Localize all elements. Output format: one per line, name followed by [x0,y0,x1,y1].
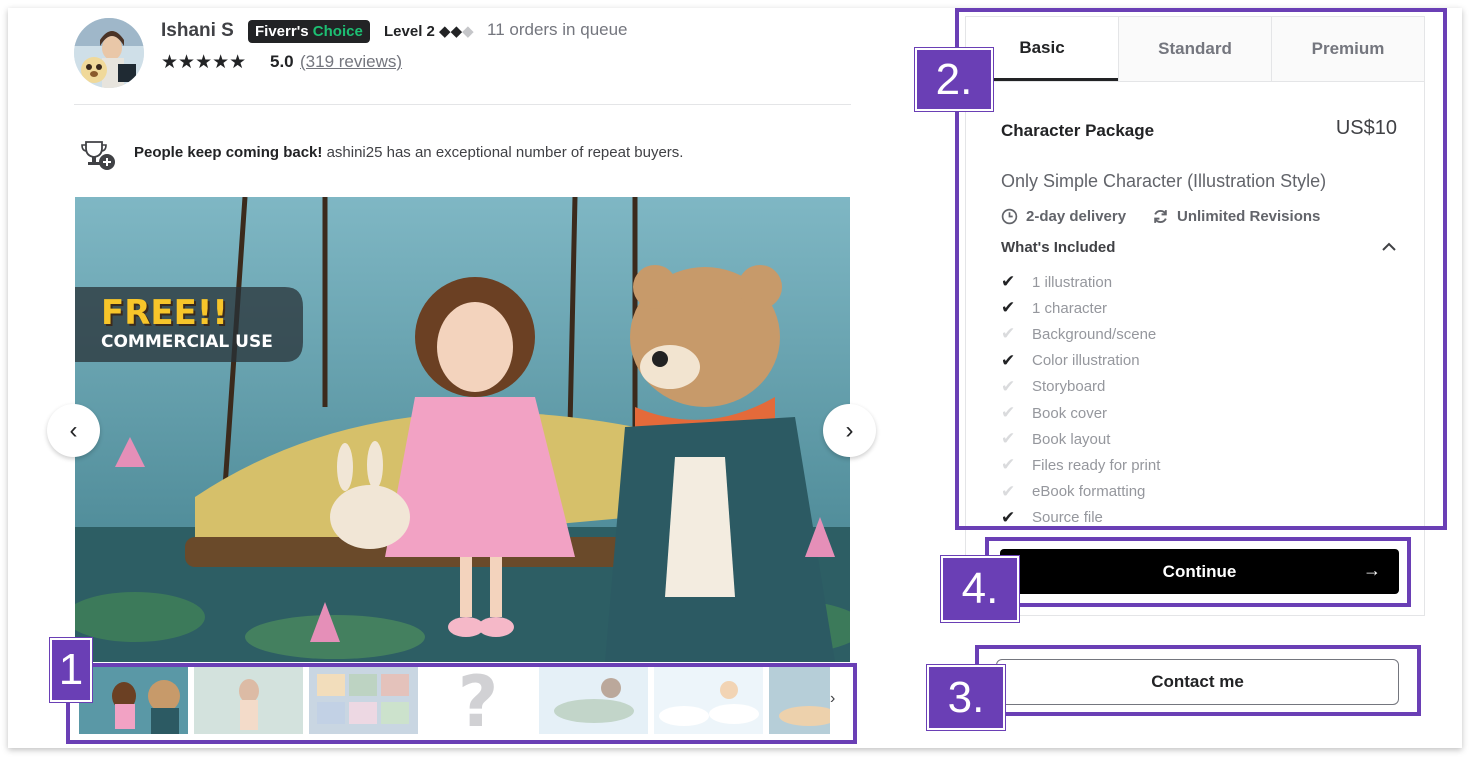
level-diamond-empty-icon: ◆ [462,23,474,40]
rating-score: 5.0 [270,52,294,71]
reviews-link[interactable]: (319 reviews) [300,52,402,72]
free-commercial-badge-line2: COMMERCIAL USE [101,332,273,352]
repeat-buyers-text: People keep coming back! ashini25 has an… [134,144,683,161]
repeat-buyers-bold: People keep coming back! [134,144,323,161]
header-divider [74,104,851,105]
annotation-label-1: 1 [50,638,92,702]
chevron-left-icon: ‹ [69,416,78,444]
gig-gallery-image[interactable]: FREE!! COMMERCIAL USE [75,197,850,662]
seller-name[interactable]: Ishani S [161,20,234,42]
annotation-label-3: 3. [927,665,1005,730]
badge-prefix: Fiverr's [255,23,309,40]
fiverrs-choice-badge: Fiverr's Choice [248,20,370,43]
gallery-prev-button[interactable]: ‹ [47,404,100,457]
annotation-box-1 [66,663,857,744]
star-rating-icons: ★★★★★ [161,52,247,73]
annotation-box-2 [955,8,1447,530]
free-commercial-badge-line1: FREE!! [101,293,228,333]
chevron-right-icon: › [845,416,854,444]
seller-level: Level 2 ◆◆◆ [384,22,474,40]
gallery-next-button[interactable]: › [823,404,876,457]
annotation-box-3 [975,645,1421,716]
level-diamonds-icon: ◆◆ [439,23,463,40]
annotation-label-2: 2. [915,48,993,111]
orders-in-queue: 11 orders in queue [487,20,628,39]
seller-avatar[interactable] [74,18,144,88]
badge-accent: Choice [312,23,363,40]
trophy-repeat-icon [80,139,116,171]
annotation-box-4 [985,537,1411,607]
annotation-label-4: 4. [941,556,1019,622]
repeat-buyers-detail: ashini25 has an exceptional number of re… [322,144,684,161]
level-text: Level 2 [384,23,435,40]
